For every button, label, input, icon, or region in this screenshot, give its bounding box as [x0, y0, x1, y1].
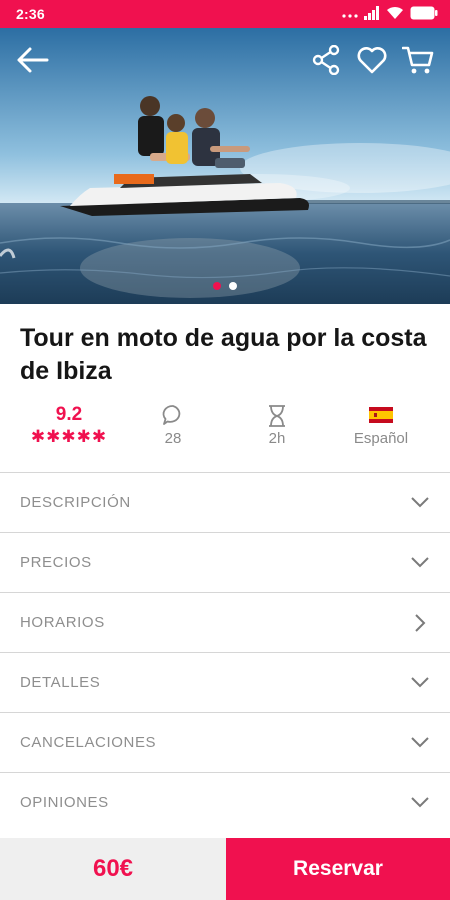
wifi-icon: [386, 6, 404, 23]
more-dots-icon: [342, 6, 358, 22]
cart-button[interactable]: [398, 42, 438, 82]
status-time: 2:36: [16, 6, 45, 22]
chevron-down-icon: [410, 793, 430, 813]
reviews-count: 28: [164, 430, 182, 447]
section-detalles[interactable]: DETALLES: [0, 652, 450, 712]
favorite-button[interactable]: [352, 42, 392, 82]
section-label: DESCRIPCIÓN: [20, 494, 131, 511]
duration-value: 2h: [268, 430, 286, 447]
tour-title: Tour en moto de agua por la costa de Ibi…: [20, 324, 427, 385]
rating-stars: ✱✱✱✱✱: [30, 427, 108, 446]
section-label: PRECIOS: [20, 554, 92, 571]
chevron-down-icon: [410, 553, 430, 573]
chevron-down-icon: [410, 733, 430, 753]
signal-icon: [364, 5, 380, 23]
reviews-stat[interactable]: 28: [118, 404, 228, 447]
section-descripcion[interactable]: DESCRIPCIÓN: [0, 472, 450, 532]
chevron-down-icon: [410, 673, 430, 693]
back-button[interactable]: [12, 42, 52, 82]
chevron-down-icon: [410, 493, 430, 513]
rating-stat: 9.2 ✱✱✱✱✱: [14, 404, 124, 446]
section-label: OPINIONES: [20, 794, 109, 811]
battery-icon: [410, 6, 438, 23]
bottom-bar: 60€ Reservar: [0, 838, 450, 900]
reserve-button[interactable]: Reservar: [226, 838, 450, 900]
carousel-dot[interactable]: [229, 282, 237, 290]
spain-flag-icon: [326, 404, 436, 426]
cart-icon: [401, 45, 434, 80]
section-label: DETALLES: [20, 674, 101, 691]
hero-image[interactable]: [0, 28, 450, 304]
carousel-indicator: [0, 282, 450, 290]
info-sections: DESCRIPCIÓN PRECIOS HORARIOS DETALLES CA…: [0, 472, 450, 832]
speech-bubble-icon: [118, 404, 228, 426]
rating-value: 9.2: [55, 404, 83, 425]
status-icons: [342, 5, 438, 23]
section-cancelaciones[interactable]: CANCELACIONES: [0, 712, 450, 772]
section-opiniones[interactable]: OPINIONES: [0, 772, 450, 832]
carousel-dot-active[interactable]: [213, 282, 221, 290]
section-label: HORARIOS: [20, 614, 105, 631]
language-value: Español: [353, 430, 409, 447]
chevron-right-icon: [410, 613, 430, 633]
status-bar: 2:36: [0, 0, 450, 28]
back-arrow-icon: [15, 46, 49, 79]
section-label: CANCELACIONES: [20, 734, 157, 751]
share-icon: [312, 44, 340, 80]
heart-icon: [357, 46, 387, 79]
section-horarios[interactable]: HORARIOS: [0, 592, 450, 652]
price-display: 60€: [0, 838, 226, 900]
section-precios[interactable]: PRECIOS: [0, 532, 450, 592]
share-button[interactable]: [306, 42, 346, 82]
hourglass-icon: [222, 404, 332, 427]
tour-stats: 9.2 ✱✱✱✱✱ 28 2h Español: [0, 404, 450, 464]
duration-stat: 2h: [222, 404, 332, 447]
language-stat: Español: [326, 404, 436, 447]
